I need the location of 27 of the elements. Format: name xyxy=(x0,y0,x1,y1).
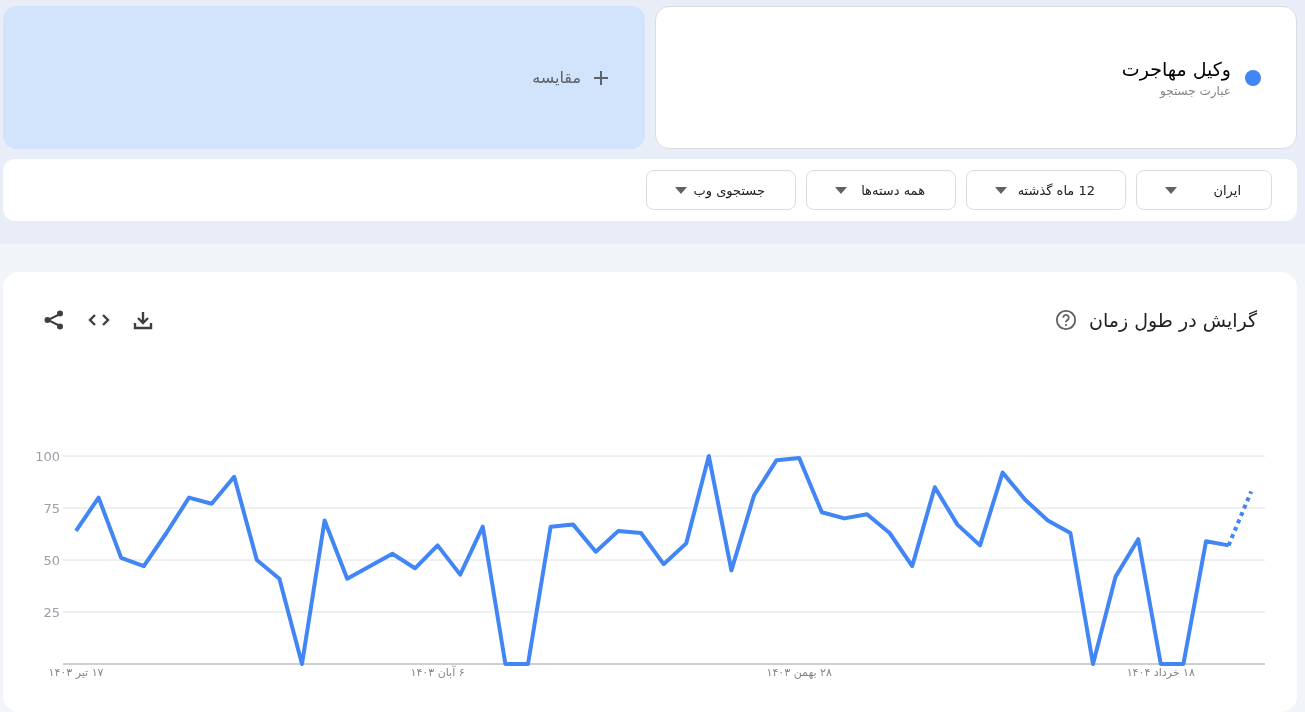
x-axis-label: ۲۸ بهمن ۱۴۰۳ xyxy=(766,666,832,679)
y-axis-label: 50 xyxy=(43,553,60,568)
search-term-card[interactable]: وکیل مهاجرت عبارت جستجو xyxy=(655,6,1297,149)
download-icon[interactable] xyxy=(133,310,153,330)
y-axis-label: 75 xyxy=(43,501,60,516)
compare-button[interactable]: مقایسه xyxy=(526,67,615,88)
x-axis-label: ۶ آبان ۱۴۰۳ xyxy=(410,666,465,679)
chart-title: گرایش در طول زمان xyxy=(1089,309,1257,331)
x-axis-label: ۱۸ خرداد ۱۴۰۴ xyxy=(1126,666,1195,679)
embed-code-icon[interactable] xyxy=(87,312,111,328)
caret-icon xyxy=(995,186,1007,194)
caret-icon xyxy=(835,186,847,194)
search-term-type: عبارت جستجو xyxy=(1158,83,1231,98)
caret-icon xyxy=(1165,186,1177,194)
filter-dropdown[interactable]: جستجوی وب xyxy=(646,170,796,211)
x-axis-label: ۱۷ تیر ۱۴۰۳ xyxy=(48,666,104,679)
y-axis-label: 100 xyxy=(35,449,60,464)
help-icon[interactable] xyxy=(1055,309,1078,331)
caret-icon xyxy=(675,186,687,194)
search-term: وکیل مهاجرت xyxy=(1121,57,1231,80)
y-axis-label: 25 xyxy=(43,605,60,620)
filter-dropdown[interactable]: همه دسته‌ها xyxy=(806,170,956,211)
partial-data-line xyxy=(1226,490,1254,547)
share-icon[interactable] xyxy=(43,309,65,331)
filter-dropdown[interactable]: 12 ماه گذشته xyxy=(966,170,1126,211)
plus-icon xyxy=(593,69,609,86)
filter-dropdown[interactable]: ایران xyxy=(1136,170,1272,211)
